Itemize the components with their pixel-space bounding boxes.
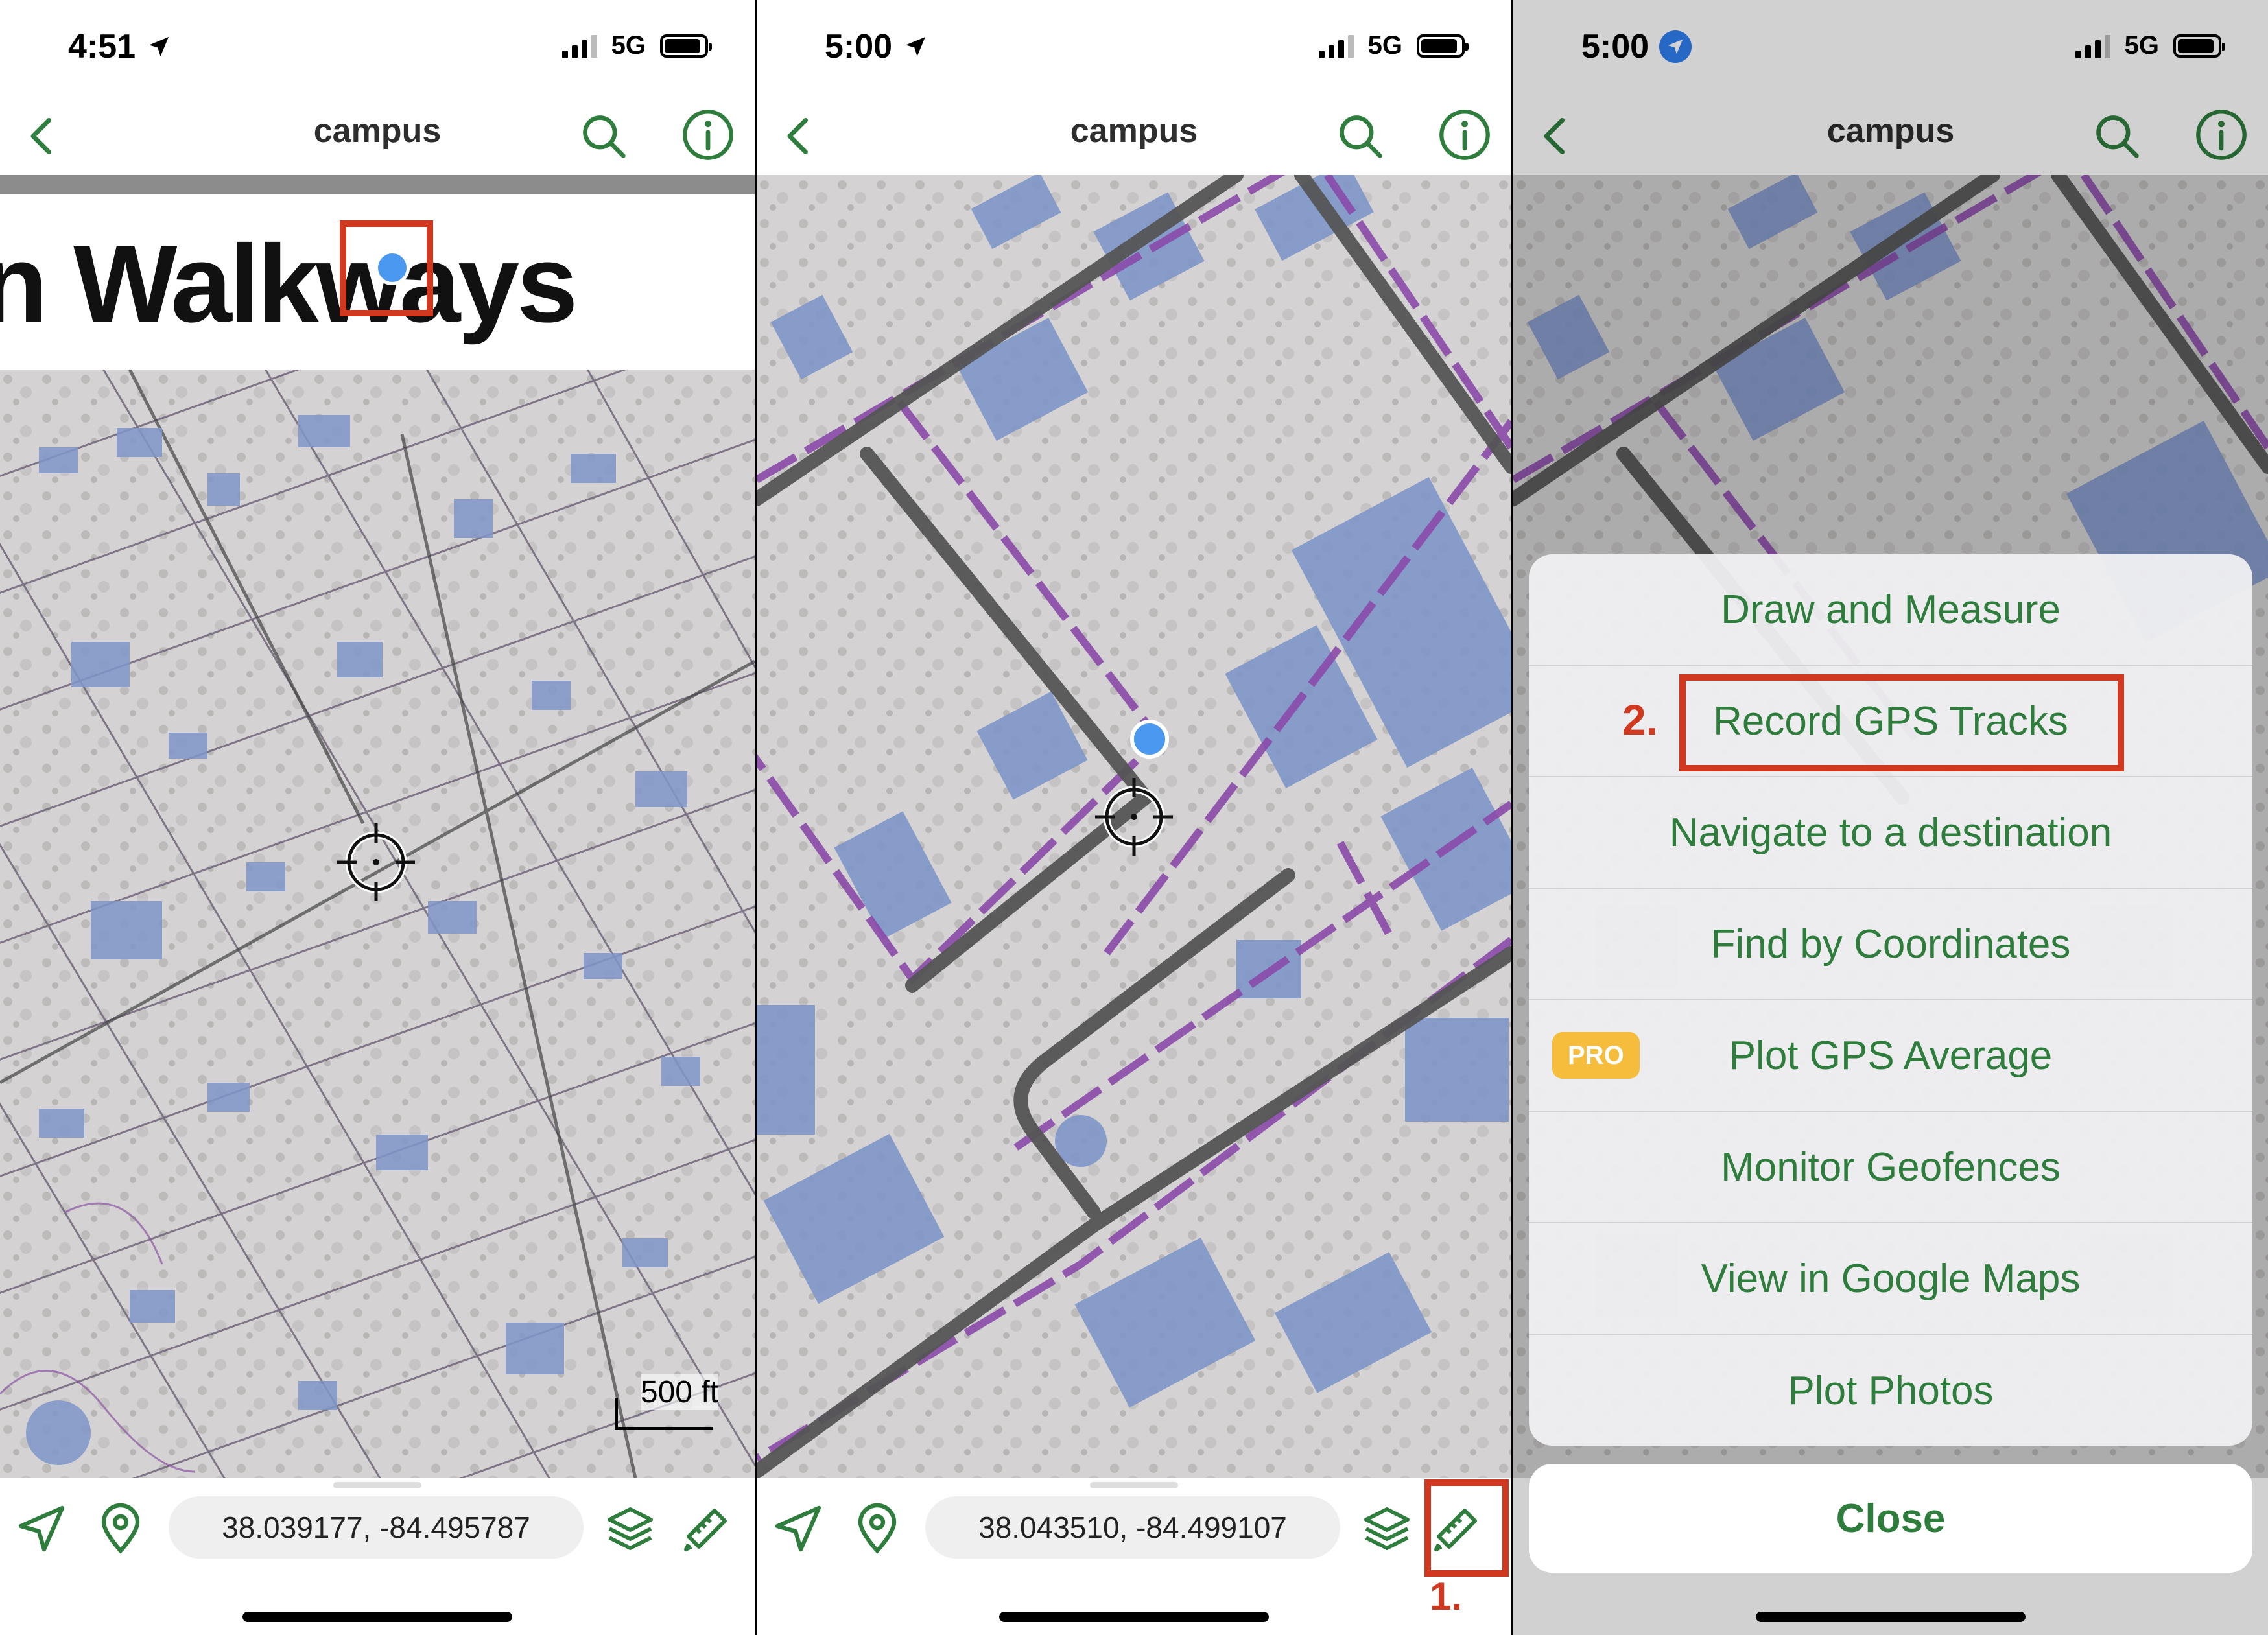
battery-icon bbox=[2173, 34, 2225, 58]
location-arrow-icon bbox=[906, 37, 926, 56]
page-title: campus bbox=[1070, 112, 1198, 150]
home-indicator bbox=[999, 1612, 1269, 1622]
close-button[interactable]: Close bbox=[1529, 1464, 2252, 1573]
phone-screen-3: 5:00 5G campus Draw and Measure Record G… bbox=[1513, 0, 2268, 1635]
coordinates-display[interactable]: 38.039177, -84.495787 bbox=[169, 1496, 584, 1559]
drag-handle[interactable] bbox=[333, 1482, 421, 1488]
info-icon[interactable] bbox=[1437, 108, 1492, 162]
pro-badge: PRO bbox=[1552, 1032, 1640, 1079]
menu-item-draw-measure[interactable]: Draw and Measure bbox=[1529, 554, 2252, 666]
search-icon[interactable] bbox=[2092, 112, 2142, 161]
status-time: 5:00 bbox=[825, 28, 893, 65]
user-location-dot-icon bbox=[1130, 720, 1169, 759]
menu-item-navigate-destination[interactable]: Navigate to a destination bbox=[1529, 777, 2252, 889]
page-title: campus bbox=[313, 112, 442, 150]
network-label: 5G bbox=[1367, 31, 1402, 60]
map-pin-icon[interactable] bbox=[95, 1503, 147, 1555]
map-view[interactable]: n Walkways 500 ft bbox=[0, 175, 755, 1478]
location-arrow-icon[interactable] bbox=[16, 1503, 67, 1555]
home-indicator bbox=[242, 1612, 512, 1622]
navigation-bar: campus bbox=[0, 97, 755, 175]
status-time: 5:00 bbox=[1581, 28, 1649, 65]
home-indicator bbox=[1756, 1612, 2026, 1622]
info-icon[interactable] bbox=[681, 108, 735, 162]
step-label-1: 1. bbox=[1430, 1575, 1463, 1618]
ruler-pencil-icon[interactable] bbox=[681, 1503, 733, 1555]
layers-icon[interactable] bbox=[604, 1503, 656, 1555]
scale-bar: 500 ft bbox=[615, 1374, 718, 1439]
menu-item-plot-photos[interactable]: Plot Photos bbox=[1529, 1335, 2252, 1446]
menu-item-monitor-geofences[interactable]: Monitor Geofences bbox=[1529, 1112, 2252, 1223]
battery-icon bbox=[660, 34, 712, 58]
location-arrow-icon[interactable] bbox=[772, 1503, 824, 1555]
status-bar: 4:51 5G bbox=[0, 0, 755, 97]
network-label: 5G bbox=[2124, 31, 2159, 60]
map-overview bbox=[0, 370, 755, 1478]
bottom-toolbar: 38.043510, -84.499107 1. bbox=[757, 1478, 1511, 1635]
menu-item-plot-gps-average[interactable]: PRO Plot GPS Average bbox=[1529, 1000, 2252, 1112]
map-pin-icon[interactable] bbox=[851, 1503, 903, 1555]
highlight-tools-box bbox=[1424, 1479, 1509, 1577]
coordinates-display[interactable]: 38.043510, -84.499107 bbox=[925, 1496, 1340, 1559]
phone-screen-2: 5:00 5G campus 38.043510, -84.499107 1. bbox=[757, 0, 1511, 1635]
signal-icon bbox=[561, 34, 597, 58]
search-icon[interactable] bbox=[1336, 112, 1385, 161]
layers-icon[interactable] bbox=[1361, 1503, 1413, 1555]
crosshair-icon bbox=[337, 823, 415, 901]
location-arrow-icon bbox=[149, 37, 169, 56]
signal-icon bbox=[1318, 34, 1354, 58]
menu-item-google-maps[interactable]: View in Google Maps bbox=[1529, 1223, 2252, 1335]
status-bar: 5:00 5G bbox=[757, 0, 1511, 97]
bottom-toolbar: 38.039177, -84.495787 bbox=[0, 1478, 755, 1635]
info-icon[interactable] bbox=[2194, 108, 2249, 162]
menu-item-find-coordinates[interactable]: Find by Coordinates bbox=[1529, 889, 2252, 1000]
map-view[interactable] bbox=[757, 175, 1511, 1478]
search-icon[interactable] bbox=[579, 112, 628, 161]
highlight-record-gps-box bbox=[1679, 674, 2124, 771]
location-active-icon bbox=[1659, 30, 1692, 63]
phone-screen-1: 4:51 5G campus n Walkways 500 ft 38.0391… bbox=[0, 0, 755, 1635]
crosshair-icon bbox=[1095, 778, 1173, 856]
navigation-bar: campus bbox=[757, 97, 1511, 175]
page-title: campus bbox=[1826, 112, 1955, 150]
status-bar: 5:00 5G bbox=[1513, 0, 2268, 97]
battery-icon bbox=[1417, 34, 1469, 58]
network-label: 5G bbox=[611, 31, 646, 60]
step-label-2: 2. bbox=[1622, 696, 1659, 744]
status-time: 4:51 bbox=[68, 28, 136, 65]
signal-icon bbox=[2075, 34, 2110, 58]
highlight-location-box bbox=[340, 220, 433, 316]
navigation-bar: campus bbox=[1513, 97, 2268, 175]
drag-handle[interactable] bbox=[1090, 1482, 1178, 1488]
